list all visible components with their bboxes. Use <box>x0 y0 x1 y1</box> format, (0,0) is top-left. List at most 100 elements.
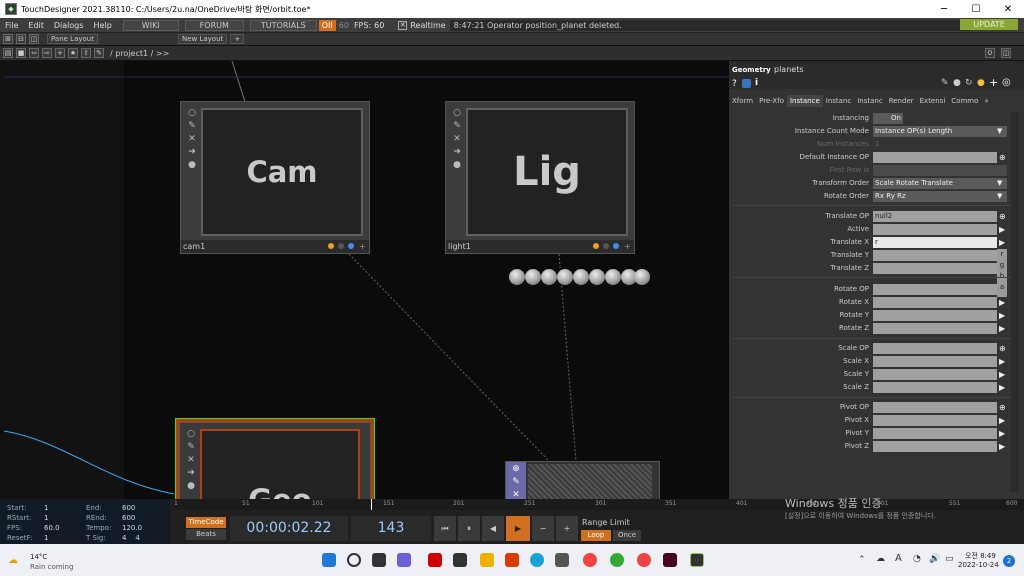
loop-button[interactable]: Loop <box>581 530 611 541</box>
forum-button[interactable]: FORUM <box>184 19 244 31</box>
resetf-field[interactable]: 1 <box>44 534 48 542</box>
arrow-icon[interactable]: ➜ <box>453 147 461 157</box>
arrow-right-icon[interactable]: ▶ <box>999 382 1009 393</box>
add-icon[interactable]: + <box>989 76 998 89</box>
wifi-icon[interactable]: ◔ <box>913 554 921 564</box>
viewer-icon[interactable]: ○ <box>453 108 461 118</box>
lock-icon[interactable]: ✕ <box>453 134 461 144</box>
pane-split-icon[interactable]: ⊠ <box>3 34 13 44</box>
once-button[interactable]: Once <box>613 530 641 541</box>
arrow-right-icon[interactable]: ▶ <box>999 441 1009 452</box>
file-explorer-icon[interactable] <box>480 553 494 567</box>
media-icon[interactable] <box>453 553 467 567</box>
chevron-down-icon[interactable]: ▼ <box>997 178 1007 189</box>
task-view-icon[interactable] <box>372 553 386 567</box>
bypass-icon[interactable]: ✎ <box>453 121 461 131</box>
end-field[interactable]: 600 <box>122 504 135 512</box>
expand-icon[interactable]: + <box>359 240 366 253</box>
arrow-right-icon[interactable]: ▶ <box>999 237 1009 248</box>
start-icon[interactable] <box>322 553 336 567</box>
op-name[interactable]: planets <box>774 65 804 74</box>
panel-scrollbar[interactable] <box>1011 112 1019 492</box>
tab-render[interactable]: Render <box>886 95 917 107</box>
default-instance-op-field[interactable] <box>873 152 997 163</box>
timecode-button[interactable]: TimeCode <box>186 517 226 528</box>
tab-instance-3[interactable]: Instanc <box>854 95 885 107</box>
comment-icon[interactable]: ● <box>953 78 961 88</box>
op-browse-icon[interactable]: ⊕ <box>999 402 1009 413</box>
arrow-icon[interactable]: ➜ <box>188 147 196 157</box>
lock-icon[interactable]: ✕ <box>188 134 196 144</box>
viewer-icon[interactable]: ⊕ <box>512 464 520 474</box>
menu-file[interactable]: File <box>0 21 23 30</box>
cam-node[interactable]: ○ ✎ ✕ ➜ ● Cam cam1 + <box>180 101 370 254</box>
arrow-right-icon[interactable]: ▶ <box>999 297 1009 308</box>
notification-badge[interactable]: 2 <box>1003 555 1015 567</box>
pane-split-h-icon[interactable]: ⊟ <box>16 34 26 44</box>
arrow-right-icon[interactable]: ▶ <box>999 310 1009 321</box>
target-icon[interactable]: ◎ <box>1002 77 1011 88</box>
scale-x-field[interactable] <box>873 356 997 367</box>
first-row-dropdown[interactable] <box>873 165 1007 176</box>
display-icon[interactable]: ● <box>453 160 461 170</box>
arrow-right-icon[interactable]: ▶ <box>999 369 1009 380</box>
pivot-x-field[interactable] <box>873 415 997 426</box>
pane-layout-button[interactable]: Pane Layout <box>47 34 98 44</box>
chevron-down-icon[interactable]: ▼ <box>997 126 1007 137</box>
op-browse-icon[interactable]: ⊕ <box>999 152 1009 163</box>
step-back-button[interactable]: ◀ <box>482 516 504 541</box>
tab-more[interactable]: » <box>981 95 991 107</box>
translate-y-field[interactable] <box>873 250 997 261</box>
pause-button[interactable]: ⏸ <box>458 516 480 541</box>
cloud-icon[interactable]: ☁ <box>876 554 885 564</box>
op-browse-icon[interactable]: ⊕ <box>999 343 1009 354</box>
arrow-right-icon[interactable]: ▶ <box>999 224 1009 235</box>
light-node[interactable]: ○ ✎ ✕ ➜ ● Lig light1 + <box>445 101 635 254</box>
arrow-right-icon[interactable]: ▶ <box>999 428 1009 439</box>
decrement-button[interactable]: − <box>532 516 554 541</box>
bypass-icon[interactable]: ✎ <box>512 477 520 487</box>
edit-icon[interactable]: ✎ <box>94 48 104 58</box>
close-button[interactable]: ✕ <box>992 0 1024 18</box>
arrow-right-icon[interactable]: ▶ <box>999 415 1009 426</box>
chevron-down-icon[interactable]: ▼ <box>997 191 1007 202</box>
active-field[interactable] <box>873 224 997 235</box>
chrome-profile-icon[interactable] <box>610 553 624 567</box>
scale-y-field[interactable] <box>873 369 997 380</box>
partial-node[interactable]: ⊕ ✎ ✕ <box>505 461 660 499</box>
op-browse-icon[interactable]: ⊕ <box>999 211 1009 222</box>
num-instances-field[interactable]: 1 <box>873 139 997 150</box>
translate-z-field[interactable] <box>873 263 997 274</box>
rewind-button[interactable]: ⏮ <box>434 516 456 541</box>
viewer-icon[interactable]: ○ <box>187 429 195 439</box>
rotate-y-field[interactable] <box>873 310 997 321</box>
indesign-icon[interactable] <box>663 553 677 567</box>
help-icon[interactable]: ? <box>732 79 737 89</box>
instance-count-mode-dropdown[interactable]: Instance OP(s) Length <box>873 126 1007 137</box>
weather-temp[interactable]: 14°C <box>30 553 47 561</box>
add-icon[interactable]: + <box>55 48 65 58</box>
search-icon[interactable] <box>347 553 361 567</box>
lock-icon[interactable]: ✕ <box>512 490 520 499</box>
new-layout-button[interactable]: New Layout <box>177 34 228 44</box>
realtime-checkbox[interactable]: ✕ <box>398 20 408 30</box>
network-menu-icon[interactable]: ▤ <box>3 48 13 58</box>
pane-split-v-icon[interactable]: ◫ <box>29 34 39 44</box>
volume-icon[interactable]: 🔊 <box>929 554 940 564</box>
arrow-right-icon[interactable]: ▶ <box>999 356 1009 367</box>
bypass-icon[interactable]: ✎ <box>188 121 196 131</box>
playhead[interactable] <box>371 499 372 510</box>
teams-icon[interactable] <box>397 553 411 567</box>
rotate-z-field[interactable] <box>873 323 997 334</box>
translate-x-field[interactable]: r <box>873 237 997 248</box>
display-icon[interactable]: ● <box>188 160 196 170</box>
render-flag-dot[interactable] <box>593 243 599 249</box>
add-layout-button[interactable]: + <box>230 34 245 44</box>
maximize-button[interactable]: ☐ <box>960 0 992 18</box>
arrow-icon[interactable]: ➜ <box>187 468 195 478</box>
tsig-field[interactable]: 4 4 <box>122 534 140 542</box>
menu-dialogs[interactable]: Dialogs <box>49 21 89 30</box>
instancing-toggle[interactable]: On <box>873 113 903 124</box>
tab-xform[interactable]: Xform <box>729 95 756 107</box>
bypass-icon[interactable]: ✎ <box>187 442 195 452</box>
